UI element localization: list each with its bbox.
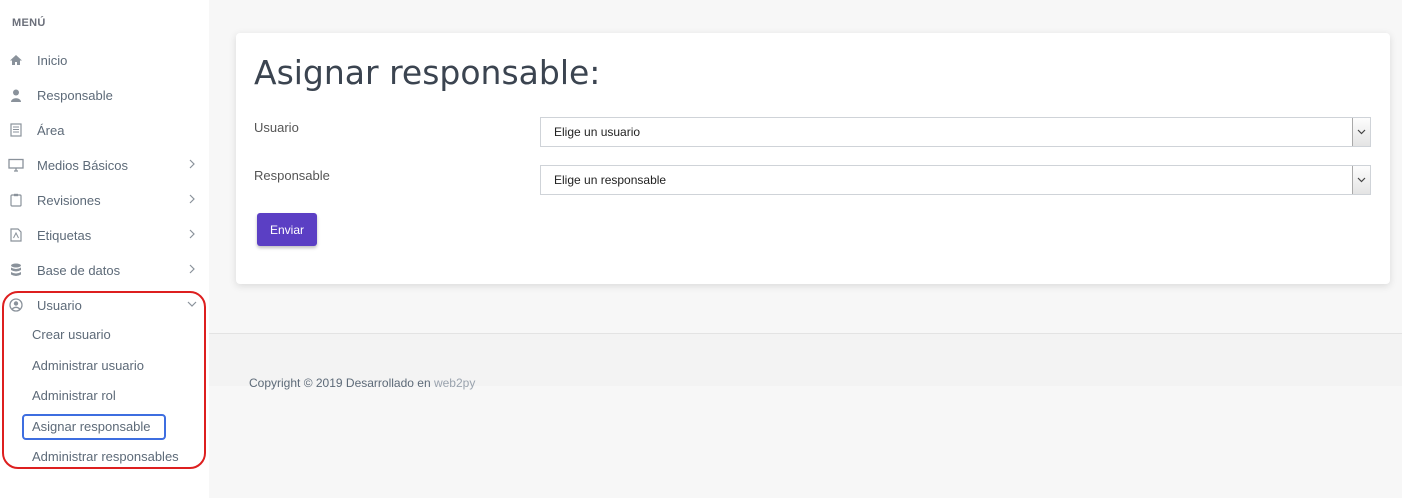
- building-icon: [8, 122, 24, 138]
- sidebar-item-label: Responsable: [37, 87, 113, 103]
- footer: Copyright © 2019 Desarrollado en web2py: [249, 376, 475, 390]
- usuario-select[interactable]: Elige un usuario: [540, 117, 1371, 147]
- sidebar: MENÚ Inicio Responsable Área Medios Bási…: [0, 0, 209, 498]
- responsable-label: Responsable: [254, 168, 330, 183]
- sidebar-item-label: Inicio: [37, 52, 68, 68]
- sidebar-item-medios-basicos[interactable]: Medios Básicos: [0, 150, 209, 180]
- usuario-label: Usuario: [254, 120, 299, 135]
- sidebar-item-label: Medios Básicos: [37, 157, 129, 173]
- page-title: Asignar responsable:: [254, 53, 601, 92]
- database-icon: [8, 262, 24, 278]
- sidebar-item-label: Revisiones: [37, 192, 101, 208]
- assign-responsible-card: Asignar responsable: Usuario Elige un us…: [236, 33, 1390, 284]
- chevron-right-icon: [187, 262, 197, 276]
- menu-title: MENÚ: [12, 17, 46, 29]
- chevron-right-icon: [187, 227, 197, 241]
- copyright-text: Copyright © 2019 Desarrollado en: [249, 376, 434, 390]
- chevron-down-icon: [1352, 118, 1370, 146]
- home-icon: [8, 52, 24, 68]
- pdf-file-icon: [8, 227, 24, 243]
- sidebar-item-label: Área: [37, 122, 65, 138]
- usuario-select-value: Elige un usuario: [554, 125, 641, 139]
- sidebar-item-etiquetas[interactable]: Etiquetas: [0, 220, 209, 250]
- chevron-right-icon: [187, 192, 197, 206]
- user-icon: [8, 87, 24, 103]
- responsable-select[interactable]: Elige un responsable: [540, 165, 1371, 195]
- chevron-right-icon: [187, 157, 197, 171]
- sidebar-item-responsable[interactable]: Responsable: [0, 80, 209, 110]
- sidebar-item-area[interactable]: Área: [0, 115, 209, 145]
- web2py-link[interactable]: web2py: [434, 376, 475, 390]
- submit-button[interactable]: Enviar: [257, 213, 317, 246]
- highlight-outline: [2, 291, 206, 469]
- sidebar-item-label: Base de datos: [37, 262, 121, 278]
- sidebar-item-label: Etiquetas: [37, 227, 92, 243]
- sidebar-item-base-de-datos[interactable]: Base de datos: [0, 255, 209, 285]
- sidebar-item-inicio[interactable]: Inicio: [0, 45, 209, 75]
- monitor-icon: [8, 157, 24, 173]
- clipboard-icon: [8, 192, 24, 208]
- chevron-down-icon: [1352, 166, 1370, 194]
- sidebar-item-revisiones[interactable]: Revisiones: [0, 185, 209, 215]
- responsable-select-value: Elige un responsable: [554, 173, 667, 187]
